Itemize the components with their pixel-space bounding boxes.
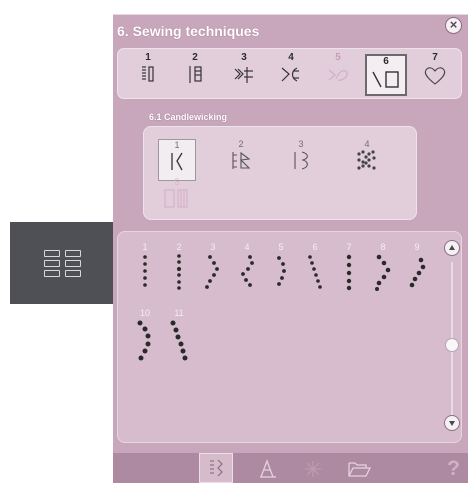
stitch-grid-icon [43, 249, 81, 277]
stitch-number: 1 [142, 242, 148, 252]
stitch-number: 4 [244, 242, 250, 252]
category-zipper[interactable]: 2 [175, 49, 215, 99]
stitch-number: 3 [210, 242, 216, 252]
applique-icon [328, 69, 348, 81]
stitch-item[interactable]: 1 [128, 242, 162, 300]
edit-stitch-icon [305, 461, 321, 477]
stitch-pattern-straight-large [346, 254, 352, 291]
category-candlewicking[interactable]: 6 [365, 54, 407, 96]
category-heart[interactable]: 7 [415, 49, 455, 99]
stitch-pattern-chevron-right [205, 255, 219, 289]
subcategory-number: 2 [238, 139, 244, 149]
subcategory-item[interactable]: 4 [348, 139, 386, 181]
stitch-pattern-straight-split [176, 254, 182, 290]
scroll-down-icon[interactable] [444, 415, 460, 431]
category-number: 3 [241, 52, 247, 63]
candlewick-curve-icon [294, 151, 308, 170]
font-menu-icon [260, 459, 276, 478]
category-number: 2 [192, 52, 198, 63]
stitch-number: 6 [312, 242, 318, 252]
category-number: 4 [288, 52, 294, 63]
category-applique: 5 [318, 49, 358, 99]
stitch-item[interactable]: 3 [196, 242, 230, 300]
stitch-number: 2 [176, 242, 182, 252]
stitch-item[interactable]: 2 [162, 242, 196, 300]
stitch-number: 9 [414, 242, 420, 252]
stitch-item[interactable]: 10 [128, 308, 162, 366]
stitch-item[interactable]: 7 [332, 242, 366, 300]
stitch-item[interactable]: 6 [298, 242, 332, 300]
sewing-techniques-panel: 6. Sewing techniques × 1 2 3 4 5 6 7 6.1… [113, 15, 468, 483]
stitch-pattern-wave [409, 257, 426, 288]
stitch-item[interactable]: 9 [400, 242, 434, 300]
subcategory-item[interactable]: 2 [222, 139, 260, 181]
category-buttonhole[interactable]: 1 [128, 49, 168, 99]
bottom-toolbar: ? [113, 453, 468, 483]
tapering-icon [234, 67, 253, 83]
buttonhole-icon [142, 66, 154, 82]
heart-icon [424, 67, 446, 85]
stitch-item[interactable]: 8 [366, 242, 400, 300]
stitch-number: 11 [174, 308, 184, 318]
font-menu-button[interactable] [254, 457, 282, 481]
category-number: 7 [432, 52, 438, 63]
stitch-number: 8 [380, 242, 386, 252]
stitch-menu-icon [210, 459, 223, 477]
category-number: 1 [145, 52, 151, 63]
stitch-pattern-curve [277, 256, 286, 286]
candlewick-frame-icon [232, 151, 251, 169]
subcategory-number: 3 [298, 139, 304, 149]
open-folder-icon [348, 462, 372, 477]
stitch-number: 10 [139, 308, 150, 318]
stitch-pattern-crescent [137, 320, 151, 361]
stitch-pattern-diagonal [308, 255, 322, 289]
subcategory-box: 1 2 3 4 5 [143, 126, 417, 220]
open-folder-button[interactable] [345, 457, 373, 481]
stitch-menu-button[interactable] [199, 453, 233, 483]
stitch-pattern-chevron-bold [375, 254, 391, 291]
stitch-pattern-diagonal-bold [170, 320, 188, 361]
close-icon[interactable]: × [445, 17, 462, 34]
quilt-stitch-icon [281, 67, 299, 82]
edit-stitch-button [299, 457, 327, 481]
zipper-icon [189, 66, 202, 83]
stitch-pattern-straight [143, 255, 147, 287]
candlewick-motif-icon [357, 150, 376, 170]
subcategory-item[interactable]: 1 [158, 139, 196, 181]
category-number: 5 [335, 52, 341, 63]
subcategory-item: 5 [158, 177, 196, 219]
page-title: 6. Sewing techniques [117, 23, 260, 39]
scroll-up-icon[interactable] [444, 240, 460, 256]
subcategory-item[interactable]: 3 [282, 139, 320, 181]
stitch-pattern-zigzag [241, 255, 254, 287]
candlewick-single-icon [171, 152, 183, 171]
category-tapering[interactable]: 3 [224, 49, 264, 99]
candlewick-fill-icon [164, 189, 188, 208]
candlewicking-icon [372, 71, 399, 88]
category-number: 6 [383, 56, 389, 67]
stitch-number: 7 [346, 242, 352, 252]
subcategory-title: 6.1 Candlewicking [149, 112, 228, 122]
category-bar: 1 2 3 4 5 6 7 [117, 48, 462, 99]
subcategory-number: 4 [364, 139, 370, 149]
stitch-item[interactable]: 5 [264, 242, 298, 300]
subcategory-number: 5 [174, 177, 180, 187]
stitch-item[interactable]: 11 [162, 308, 196, 366]
stitch-item[interactable]: 4 [230, 242, 264, 300]
category-quilt[interactable]: 4 [271, 49, 311, 99]
subcategory-number: 1 [174, 140, 180, 150]
stitch-grid: 1 2 3 4 5 6 7 8 9 10 11 [117, 231, 462, 443]
help-button[interactable]: ? [447, 457, 460, 481]
stitch-number: 5 [278, 242, 284, 252]
scroll-thumb[interactable] [445, 338, 459, 352]
stitch-menu-toggle-button[interactable] [10, 222, 114, 304]
